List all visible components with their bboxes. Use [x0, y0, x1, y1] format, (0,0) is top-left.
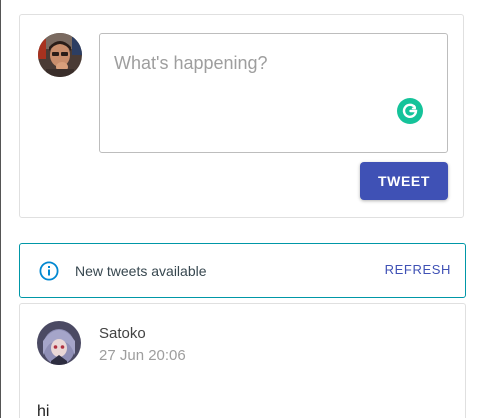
- new-tweets-message: New tweets available: [75, 263, 207, 279]
- tweet-author-avatar[interactable]: [37, 321, 81, 365]
- new-tweets-banner: New tweets available REFRESH: [19, 243, 466, 298]
- compose-field: [99, 33, 448, 153]
- user-avatar-photo-icon: [38, 33, 82, 77]
- tweet-author-name: Satoko: [99, 325, 146, 342]
- compose-card: TWEET: [19, 14, 464, 218]
- tweet-card: Satoko 27 Jun 20:06 hi: [19, 303, 466, 418]
- tweet-timestamp: 27 Jun 20:06: [99, 347, 186, 364]
- grammarly-icon[interactable]: [397, 98, 423, 124]
- compose-textarea[interactable]: [100, 34, 447, 152]
- user-avatar-photo-icon: [37, 321, 81, 365]
- tweet-button[interactable]: TWEET: [360, 162, 448, 200]
- refresh-button[interactable]: REFRESH: [385, 262, 451, 277]
- tweet-text: hi: [37, 403, 50, 418]
- window-left-edge: [0, 0, 1, 418]
- user-avatar[interactable]: [38, 33, 82, 77]
- info-icon: [39, 261, 59, 281]
